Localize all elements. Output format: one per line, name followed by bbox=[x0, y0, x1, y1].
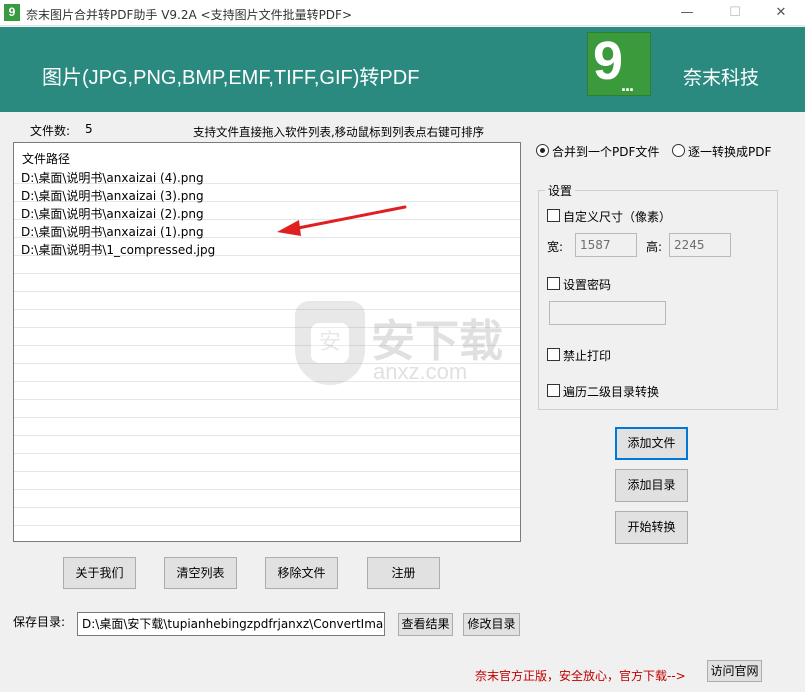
each-radio-label[interactable]: 逐一转换成PDF bbox=[688, 143, 771, 160]
height-field[interactable]: 2245 bbox=[669, 233, 731, 257]
no-print-label[interactable]: 禁止打印 bbox=[563, 347, 611, 364]
height-label: 高: bbox=[646, 240, 663, 254]
password-checkbox[interactable] bbox=[547, 277, 560, 290]
banner-title: 图片(JPG,PNG,BMP,EMF,TIFF,GIF)转PDF bbox=[42, 67, 420, 89]
watermark-glyph: 安 bbox=[311, 323, 349, 363]
title-bar: 9 奈末图片合并转PDF助手 V9.2A <支持图片文件批量转PDF> — ☐ … bbox=[0, 0, 805, 26]
shield-icon: 安 bbox=[295, 301, 365, 385]
watermark: 安 安下载 anxz.com bbox=[295, 301, 545, 391]
minimize-button[interactable]: — bbox=[664, 0, 710, 26]
list-item[interactable]: D:\桌面\说明书\anxaizai (2).png bbox=[21, 205, 215, 223]
add-folder-button[interactable]: 添加目录 bbox=[615, 469, 688, 502]
app-icon: 9 bbox=[4, 4, 20, 21]
red-arrow-icon bbox=[277, 205, 407, 236]
remove-file-button[interactable]: 移除文件 bbox=[265, 557, 338, 589]
file-count-value: 5 bbox=[85, 122, 93, 136]
clear-list-button[interactable]: 清空列表 bbox=[164, 557, 237, 589]
start-convert-button[interactable]: 开始转换 bbox=[615, 511, 688, 544]
password-label[interactable]: 设置密码 bbox=[563, 276, 611, 293]
close-button[interactable]: ✕ bbox=[758, 0, 804, 26]
custom-size-label[interactable]: 自定义尺寸（像素） bbox=[563, 208, 671, 225]
save-dir-field[interactable]: D:\桌面\安下载\tupianhebingzpdfrjanxz\Convert… bbox=[77, 612, 385, 636]
register-button[interactable]: 注册 bbox=[367, 557, 440, 589]
file-rows: D:\桌面\说明书\anxaizai (4).png D:\桌面\说明书\anx… bbox=[21, 169, 215, 259]
settings-title: 设置 bbox=[545, 182, 576, 199]
list-item[interactable]: D:\桌面\说明书\anxaizai (3).png bbox=[21, 187, 215, 205]
header-banner: 图片(JPG,PNG,BMP,EMF,TIFF,GIF)转PDF 9 ... 奈… bbox=[0, 27, 805, 112]
logo-digit: 9 bbox=[593, 31, 624, 91]
visit-website-button[interactable]: 访问官网 bbox=[707, 660, 762, 682]
view-result-button[interactable]: 查看结果 bbox=[398, 613, 453, 636]
merge-radio-label[interactable]: 合并到一个PDF文件 bbox=[552, 143, 659, 160]
list-item[interactable]: D:\桌面\说明书\anxaizai (1).png bbox=[21, 223, 215, 241]
each-radio[interactable] bbox=[672, 144, 685, 157]
add-file-button[interactable]: 添加文件 bbox=[615, 427, 688, 460]
about-button[interactable]: 关于我们 bbox=[63, 557, 136, 589]
save-dir-label: 保存目录: bbox=[13, 615, 66, 629]
list-item[interactable]: D:\桌面\说明书\1_compressed.jpg bbox=[21, 241, 215, 259]
merge-radio[interactable] bbox=[536, 144, 549, 157]
company-logo: 9 ... bbox=[587, 31, 651, 96]
traverse-label[interactable]: 遍历二级目录转换 bbox=[563, 383, 659, 400]
maximize-button[interactable]: ☐ bbox=[712, 0, 758, 26]
brand-name: 奈末科技 bbox=[683, 67, 760, 89]
logo-dots: ... bbox=[621, 75, 634, 95]
file-count-label: 文件数: bbox=[30, 124, 71, 138]
window-title: 奈末图片合并转PDF助手 V9.2A <支持图片文件批量转PDF> bbox=[26, 8, 352, 22]
file-list-header: 文件路径 bbox=[22, 152, 71, 166]
password-field[interactable] bbox=[549, 301, 666, 325]
custom-size-checkbox[interactable] bbox=[547, 209, 560, 222]
drag-hint: 支持文件直接拖入软件列表,移动鼠标到列表点右键可排序 bbox=[193, 125, 485, 139]
watermark-subtext: anxz.com bbox=[373, 359, 468, 384]
official-note: 奈末官方正版，安全放心，官方下载--> bbox=[475, 669, 686, 683]
width-field[interactable]: 1587 bbox=[575, 233, 637, 257]
no-print-checkbox[interactable] bbox=[547, 348, 560, 361]
traverse-checkbox[interactable] bbox=[547, 384, 560, 397]
width-label: 宽: bbox=[547, 240, 564, 254]
change-dir-button[interactable]: 修改目录 bbox=[463, 613, 520, 636]
list-item[interactable]: D:\桌面\说明书\anxaizai (4).png bbox=[21, 169, 215, 187]
